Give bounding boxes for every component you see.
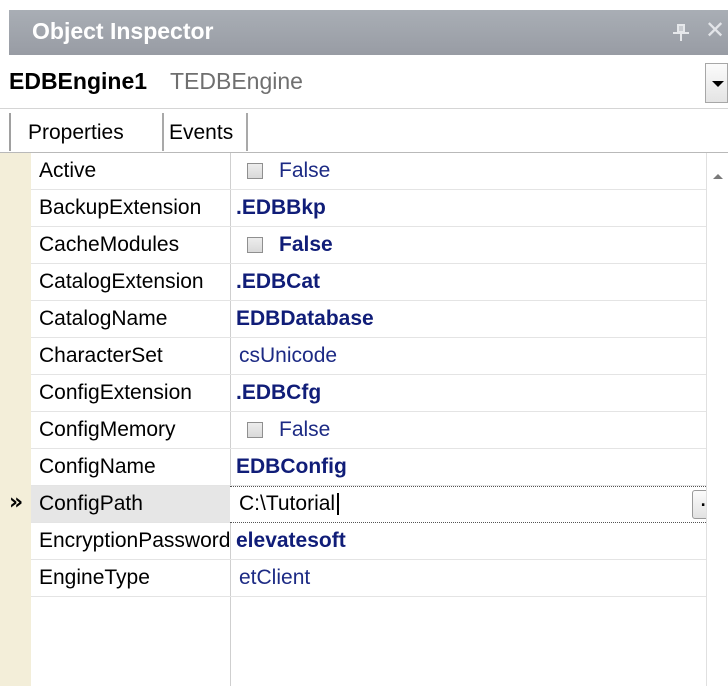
close-icon[interactable]: ✕ xyxy=(705,16,725,44)
property-name: CharacterSet xyxy=(39,344,163,367)
vertical-scrollbar[interactable] xyxy=(706,153,728,686)
object-inspector-window: Object Inspector ✕ EDBEngine1 TEDBEngine… xyxy=(0,0,728,686)
property-value: .EDBCat xyxy=(236,270,321,293)
property-checkbox[interactable] xyxy=(247,237,263,253)
property-row[interactable]: BackupExtension .EDBBkp xyxy=(31,190,706,227)
chevron-down-icon xyxy=(712,81,724,87)
property-row[interactable]: ConfigName EDBConfig xyxy=(31,449,706,486)
text-caret xyxy=(337,493,339,515)
property-name: ConfigPath xyxy=(39,492,143,515)
property-value: EDBConfig xyxy=(236,455,347,478)
property-value: .EDBBkp xyxy=(236,196,326,219)
pin-icon[interactable] xyxy=(673,22,691,42)
property-row[interactable]: EngineType etClient xyxy=(31,560,706,597)
property-grid: Active False BackupExtension .EDBBkp CacheMo… xyxy=(0,153,728,686)
property-checkbox[interactable] xyxy=(247,422,263,438)
property-name: CatalogName xyxy=(39,307,168,330)
tab-events[interactable]: Events xyxy=(164,113,248,151)
property-row[interactable]: EncryptionPassword elevatesoft xyxy=(31,523,706,560)
title-bar: Object Inspector ✕ xyxy=(9,10,728,55)
property-value: False xyxy=(279,159,331,182)
property-row[interactable]: Active False xyxy=(31,153,706,190)
property-row[interactable]: CharacterSet csUnicode xyxy=(31,338,706,375)
property-value: False xyxy=(279,418,331,441)
component-selector[interactable]: EDBEngine1 TEDBEngine xyxy=(0,55,728,109)
property-checkbox[interactable] xyxy=(247,163,263,179)
property-name: CatalogExtension xyxy=(39,270,204,293)
property-name: ConfigExtension xyxy=(39,381,192,404)
property-name: EncryptionPassword xyxy=(39,529,231,552)
property-row[interactable]: CatalogName EDBDatabase xyxy=(31,301,706,338)
selected-row-marker: » xyxy=(9,490,24,515)
property-name: ConfigMemory xyxy=(39,418,176,441)
property-name: BackupExtension xyxy=(39,196,202,219)
property-row[interactable]: CacheModules False xyxy=(31,227,706,264)
property-name: ConfigName xyxy=(39,455,156,478)
tab-bar: Properties Events xyxy=(0,109,728,153)
scroll-up-arrow-icon[interactable] xyxy=(713,174,723,179)
property-row[interactable]: CatalogExtension .EDBCat xyxy=(31,264,706,301)
property-name: EngineType xyxy=(39,566,150,589)
property-value: EDBDatabase xyxy=(236,307,374,330)
property-value: False xyxy=(279,233,333,256)
property-row[interactable]: ConfigMemory False xyxy=(31,412,706,449)
property-value: csUnicode xyxy=(239,344,338,367)
property-name: CacheModules xyxy=(39,233,180,256)
window-title: Object Inspector xyxy=(32,18,214,44)
component-name: EDBEngine1 xyxy=(9,68,148,94)
property-value: elevatesoft xyxy=(236,529,346,552)
property-value: etClient xyxy=(239,566,311,589)
component-dropdown-button[interactable] xyxy=(705,63,728,103)
property-row[interactable]: ConfigExtension .EDBCfg xyxy=(31,375,706,412)
property-name: Active xyxy=(39,159,97,182)
tab-properties[interactable]: Properties xyxy=(22,113,164,151)
grid-gutter xyxy=(0,153,32,686)
property-value-input[interactable]: C:\Tutorial xyxy=(239,492,335,516)
property-value: .EDBCfg xyxy=(236,381,322,404)
property-row[interactable]: ConfigPathC:\Tutorial... xyxy=(31,486,725,523)
component-type: TEDBEngine xyxy=(170,68,303,94)
